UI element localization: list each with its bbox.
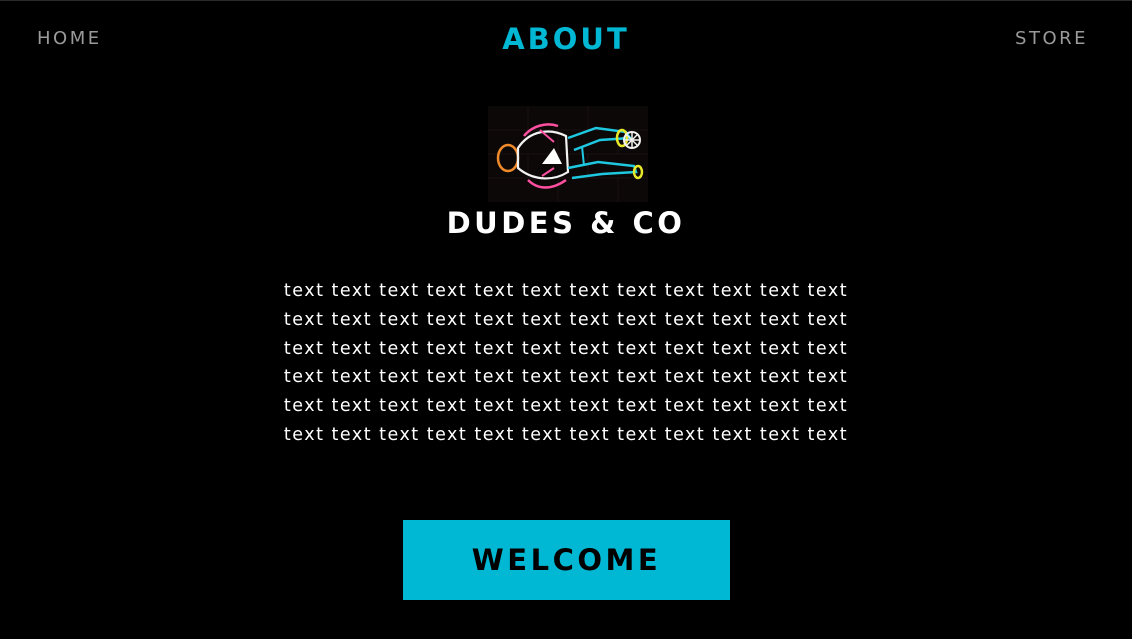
nav-store-link[interactable]: STORE xyxy=(1015,28,1088,49)
brand-name: DUDES & CO xyxy=(446,206,686,240)
body-line: text text text text text text text text … xyxy=(283,281,849,301)
about-body-text: text text text text text text text text … xyxy=(228,277,904,450)
page-title: ABOUT xyxy=(502,22,630,56)
welcome-button[interactable]: WELCOME xyxy=(403,520,730,600)
body-line: text text text text text text text text … xyxy=(283,309,849,330)
neon-dude-logo-icon xyxy=(488,106,648,202)
body-line: text text text text text text text text … xyxy=(283,367,849,388)
body-line: text text text text text text text text … xyxy=(283,424,849,445)
top-border xyxy=(0,0,1132,1)
body-line: text text text text text text text text … xyxy=(283,338,849,359)
body-line: text text text text text text text text … xyxy=(283,396,849,417)
